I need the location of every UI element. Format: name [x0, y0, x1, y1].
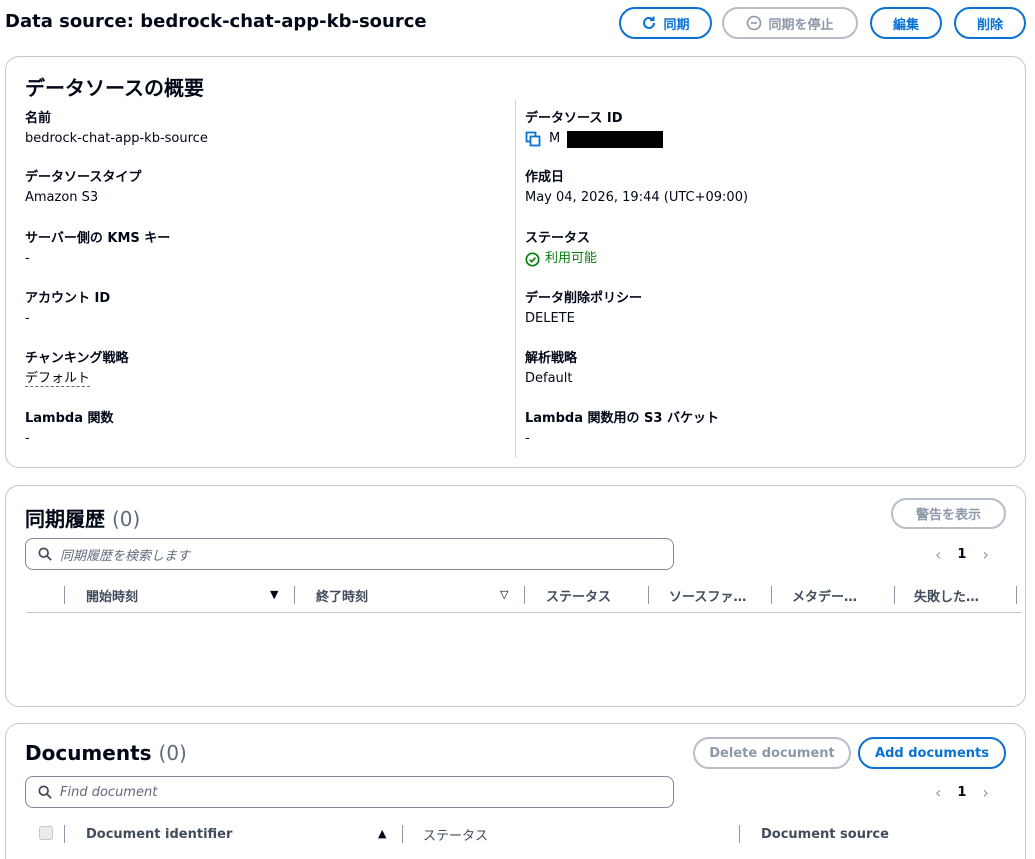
show-warnings-label: 警告を表示: [915, 508, 981, 523]
check-circle-icon: [525, 251, 540, 267]
field-data-source-id-value: M: [549, 131, 561, 146]
add-documents-button[interactable]: Add documents: [858, 737, 1006, 769]
field-parsing-strategy: 解析戦略 Default: [525, 349, 995, 389]
sync-history-title: 同期履歴 (0): [25, 503, 140, 532]
edit-button[interactable]: 編集: [870, 7, 942, 39]
field-kms-key: サーバー側の KMS キー -: [25, 229, 495, 269]
documents-title-text: Documents: [25, 741, 152, 765]
field-status-key: ステータス: [525, 231, 591, 246]
documents-pagination: ‹ 1 ›: [935, 783, 989, 802]
copy-icon[interactable]: [525, 131, 541, 147]
field-data-source-id: データソース ID M: [525, 109, 995, 149]
sync-history-table-header: 開始時刻 ▼ 終了時刻 ▽ ステータス ソースファ… メタデー… 失敗した…: [26, 577, 1022, 613]
field-status: ステータス 利用可能: [525, 229, 995, 269]
field-account-id: アカウント ID -: [25, 289, 495, 329]
field-data-source-id-key: データソース ID: [525, 111, 623, 126]
column-header-start-time[interactable]: 開始時刻: [86, 577, 266, 613]
field-source-type-key: データソースタイプ: [25, 170, 142, 185]
documents-card: Documents (0) Delete document Add docume…: [5, 723, 1026, 859]
chevron-left-icon[interactable]: ‹: [935, 783, 941, 802]
column-header-document-source[interactable]: Document source: [761, 816, 1001, 852]
sync-history-search-placeholder: 同期履歴を検索します: [60, 548, 191, 564]
show-warnings-button[interactable]: 警告を表示: [891, 498, 1006, 529]
document-search-placeholder: Find document: [60, 784, 158, 800]
column-header-document-identifier[interactable]: Document identifier: [86, 816, 366, 852]
column-header-status[interactable]: ステータス: [546, 577, 644, 613]
chevron-right-icon[interactable]: ›: [982, 545, 988, 564]
column-header-status[interactable]: ステータス: [423, 816, 723, 852]
redaction-bar: [567, 130, 664, 148]
field-deletion-policy-value: DELETE: [525, 311, 575, 326]
sort-descending-icon[interactable]: ▼: [270, 588, 278, 601]
sync-button[interactable]: 同期: [619, 7, 712, 39]
field-created-date-key: 作成日: [525, 170, 565, 185]
data-source-page: Data source: bedrock-chat-app-kb-source …: [0, 0, 1035, 859]
column-header-metadata[interactable]: メタデー…: [792, 577, 890, 613]
status-badge: 利用可能: [545, 251, 598, 266]
search-icon: [38, 785, 52, 799]
field-deletion-policy: データ削除ポリシー DELETE: [525, 289, 995, 329]
delete-button[interactable]: 削除: [954, 7, 1026, 39]
stop-circle-icon: [747, 15, 762, 31]
select-all-checkbox[interactable]: [39, 826, 53, 840]
document-search-input[interactable]: Find document: [25, 776, 674, 808]
column-divider: [515, 99, 516, 458]
chevron-left-icon[interactable]: ‹: [935, 545, 941, 564]
chunking-strategy-info-link[interactable]: デフォルト: [25, 371, 91, 387]
sync-history-card: 同期履歴 (0) 警告を表示 同期履歴を検索します ‹ 1 › 開始時刻 ▼ 終…: [5, 485, 1026, 707]
field-created-date-value: May 04, 2026, 19:44 (UTC+09:00): [525, 190, 749, 205]
sync-button-label: 同期: [663, 17, 690, 33]
sort-icon[interactable]: ▽: [500, 588, 508, 601]
stop-sync-button[interactable]: 同期を停止: [722, 7, 858, 39]
field-source-type: データソースタイプ Amazon S3: [25, 168, 495, 208]
delete-button-label: 削除: [976, 17, 1003, 33]
sync-history-pagination: ‹ 1 ›: [935, 545, 989, 564]
sync-history-title-text: 同期履歴: [25, 507, 105, 531]
stop-sync-button-label: 同期を停止: [768, 17, 834, 33]
field-name-key: 名前: [25, 111, 52, 126]
field-source-type-value: Amazon S3: [25, 190, 99, 205]
field-lambda-function-value: -: [25, 431, 30, 446]
field-lambda-function: Lambda 関数 -: [25, 409, 495, 449]
field-account-id-value: -: [25, 311, 30, 326]
field-kms-key-value: -: [25, 251, 30, 266]
field-chunking-strategy: チャンキング戦略 デフォルト: [25, 349, 495, 389]
documents-title: Documents (0): [25, 741, 187, 765]
add-documents-label: Add documents: [875, 745, 989, 761]
field-chunking-strategy-key: チャンキング戦略: [25, 351, 129, 366]
sort-ascending-icon[interactable]: ▲: [378, 827, 386, 840]
field-lambda-function-key: Lambda 関数: [25, 411, 114, 426]
column-header-source-files[interactable]: ソースファ…: [669, 577, 767, 613]
page-header: Data source: bedrock-chat-app-kb-source …: [0, 0, 1035, 46]
chevron-right-icon[interactable]: ›: [982, 783, 988, 802]
field-created-date: 作成日 May 04, 2026, 19:44 (UTC+09:00): [525, 168, 995, 208]
page-title: Data source: bedrock-chat-app-kb-source: [5, 11, 427, 32]
page-number[interactable]: 1: [957, 785, 966, 800]
column-header-end-time[interactable]: 終了時刻: [316, 577, 496, 613]
overview-card: データソースの概要 名前 bedrock-chat-app-kb-source …: [5, 56, 1026, 468]
sync-history-search-input[interactable]: 同期履歴を検索します: [25, 538, 674, 570]
documents-count: (0): [158, 741, 187, 765]
refresh-icon: [643, 16, 656, 29]
field-account-id-key: アカウント ID: [25, 291, 111, 306]
field-name: 名前 bedrock-chat-app-kb-source: [25, 109, 495, 149]
search-icon: [38, 547, 52, 561]
sync-history-count: (0): [111, 507, 141, 531]
delete-document-button[interactable]: Delete document: [693, 737, 851, 769]
field-lambda-s3-bucket-value: -: [525, 431, 530, 446]
delete-document-label: Delete document: [709, 745, 835, 761]
field-deletion-policy-key: データ削除ポリシー: [525, 291, 643, 306]
page-number[interactable]: 1: [957, 547, 966, 562]
field-parsing-strategy-value: Default: [525, 371, 573, 386]
edit-button-label: 編集: [892, 17, 919, 33]
field-lambda-s3-bucket: Lambda 関数用の S3 バケット -: [525, 409, 995, 449]
field-parsing-strategy-key: 解析戦略: [525, 351, 578, 366]
documents-table-header: Document identifier ▲ ステータス Document sou…: [26, 816, 1006, 852]
column-header-failed[interactable]: 失敗した…: [914, 577, 1012, 613]
field-kms-key-key: サーバー側の KMS キー: [25, 231, 171, 246]
field-name-value: bedrock-chat-app-kb-source: [25, 131, 208, 146]
overview-title: データソースの概要: [25, 76, 204, 100]
field-lambda-s3-bucket-key: Lambda 関数用の S3 バケット: [525, 411, 719, 426]
